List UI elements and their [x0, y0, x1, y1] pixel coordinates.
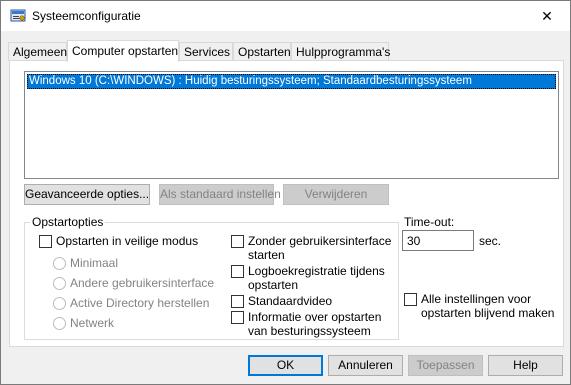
base-video-checkbox[interactable]: Standaardvideo [231, 294, 332, 308]
tab-label: Algemeen [13, 45, 68, 59]
title-bar: Systeemconfiguratie ✕ [1, 1, 570, 31]
radio-label: Andere gebruikersinterface [70, 276, 215, 290]
label-line-2: starten [248, 248, 285, 262]
close-icon: ✕ [541, 7, 553, 24]
no-gui-boot-checkbox[interactable]: Zonder gebruikersinterface starten [231, 234, 391, 262]
button-label: Als standaard instellen [160, 187, 281, 201]
delete-button[interactable]: Verwijderen [283, 184, 389, 205]
radio-ad-repair[interactable]: Active Directory herstellen [53, 296, 209, 310]
label-line-2: van besturingssysteem [248, 324, 371, 338]
cancel-button[interactable]: Annuleren [328, 355, 403, 376]
advanced-options-button[interactable]: Geavanceerde opties... [24, 184, 150, 205]
radio-circle[interactable] [53, 316, 66, 330]
label-line-1: Alle instellingen voor [421, 292, 532, 306]
label-line-1: Informatie over opstarten [248, 310, 382, 324]
close-button[interactable]: ✕ [524, 1, 570, 31]
apply-button[interactable]: Toepassen [408, 355, 483, 376]
tab-label: Services [184, 45, 231, 59]
boot-log-checkbox[interactable]: Logboekregistratie tijdens opstarten [231, 264, 385, 292]
label-line-2: opstarten [248, 278, 299, 292]
tab-boot[interactable]: Computer opstarten [67, 40, 179, 62]
radio-circle[interactable] [53, 276, 66, 290]
timeout-label: Time-out: [404, 215, 455, 229]
label-line-1: Logboekregistratie tijdens [248, 264, 385, 278]
button-label: OK [276, 358, 295, 372]
boot-tab-panel: Windows 10 (C:\WINDOWS) : Huidig besturi… [9, 60, 564, 347]
checkbox-label: Alle instellingen voor opstarten blijvend… [421, 292, 554, 320]
safe-boot-checkbox[interactable]: Opstarten in veilige modus [39, 234, 198, 248]
checkbox-label: Logboekregistratie tijdens opstarten [248, 264, 385, 292]
boot-options-legend: Opstartopties [30, 215, 106, 229]
button-label: Verwijderen [304, 187, 368, 201]
radio-label: Active Directory herstellen [70, 296, 210, 310]
radio-circle[interactable] [53, 256, 66, 270]
tab-startup[interactable]: Opstarten [233, 42, 291, 61]
timeout-input[interactable]: 30 [402, 230, 474, 251]
make-permanent-checkbox[interactable]: Alle instellingen voor opstarten blijvend… [404, 292, 554, 320]
list-item[interactable]: Windows 10 (C:\WINDOWS) : Huidig besturi… [27, 74, 556, 89]
label-line-1: Zonder gebruikersinterface [248, 234, 392, 248]
tab-label: Opstarten [238, 45, 291, 59]
tab-services[interactable]: Services [179, 42, 233, 61]
button-label: Toepassen [416, 358, 475, 372]
button-label: Help [513, 358, 538, 372]
tab-tools[interactable]: Hulpprogramma's [291, 42, 391, 61]
radio-network[interactable]: Netwerk [53, 316, 114, 330]
timeout-unit: sec. [479, 234, 502, 248]
checkbox-label: Zonder gebruikersinterface starten [248, 234, 391, 262]
tab-general[interactable]: Algemeen [8, 42, 67, 61]
timeout-value: 30 [407, 234, 421, 248]
checkbox-box[interactable] [39, 235, 52, 248]
radio-circle[interactable] [53, 296, 66, 310]
system-configuration-window: Systeemconfiguratie ✕ Algemeen Computer … [0, 0, 571, 385]
radio-label: Netwerk [70, 316, 115, 330]
checkbox-box[interactable] [404, 293, 417, 306]
boot-entries-list[interactable]: Windows 10 (C:\WINDOWS) : Huidig besturi… [24, 71, 559, 179]
tab-label: Computer opstarten [72, 44, 179, 58]
checkbox-box[interactable] [231, 265, 244, 278]
checkbox-box[interactable] [231, 311, 244, 324]
label-line-2: opstarten blijvend maken [421, 306, 555, 320]
radio-minimal[interactable]: Minimaal [53, 256, 118, 270]
checkbox-box[interactable] [231, 295, 244, 308]
checkbox-label: Standaardvideo [248, 294, 333, 308]
ok-button[interactable]: OK [248, 355, 323, 376]
set-default-button[interactable]: Als standaard instellen [159, 184, 281, 205]
tab-label: Hulpprogramma's [296, 45, 391, 59]
msconfig-icon [10, 8, 26, 24]
checkbox-label: Informatie over opstarten van besturingss… [248, 310, 381, 338]
button-label: Geavanceerde opties... [25, 187, 150, 201]
button-label: Annuleren [338, 358, 393, 372]
checkbox-box[interactable] [231, 235, 244, 248]
radio-alternate-shell[interactable]: Andere gebruikersinterface [53, 276, 214, 290]
help-button[interactable]: Help [488, 355, 563, 376]
radio-label: Minimaal [70, 256, 119, 270]
os-boot-info-checkbox[interactable]: Informatie over opstarten van besturingss… [231, 310, 381, 338]
window-title: Systeemconfiguratie [32, 9, 141, 23]
checkbox-label: Opstarten in veilige modus [56, 234, 199, 248]
